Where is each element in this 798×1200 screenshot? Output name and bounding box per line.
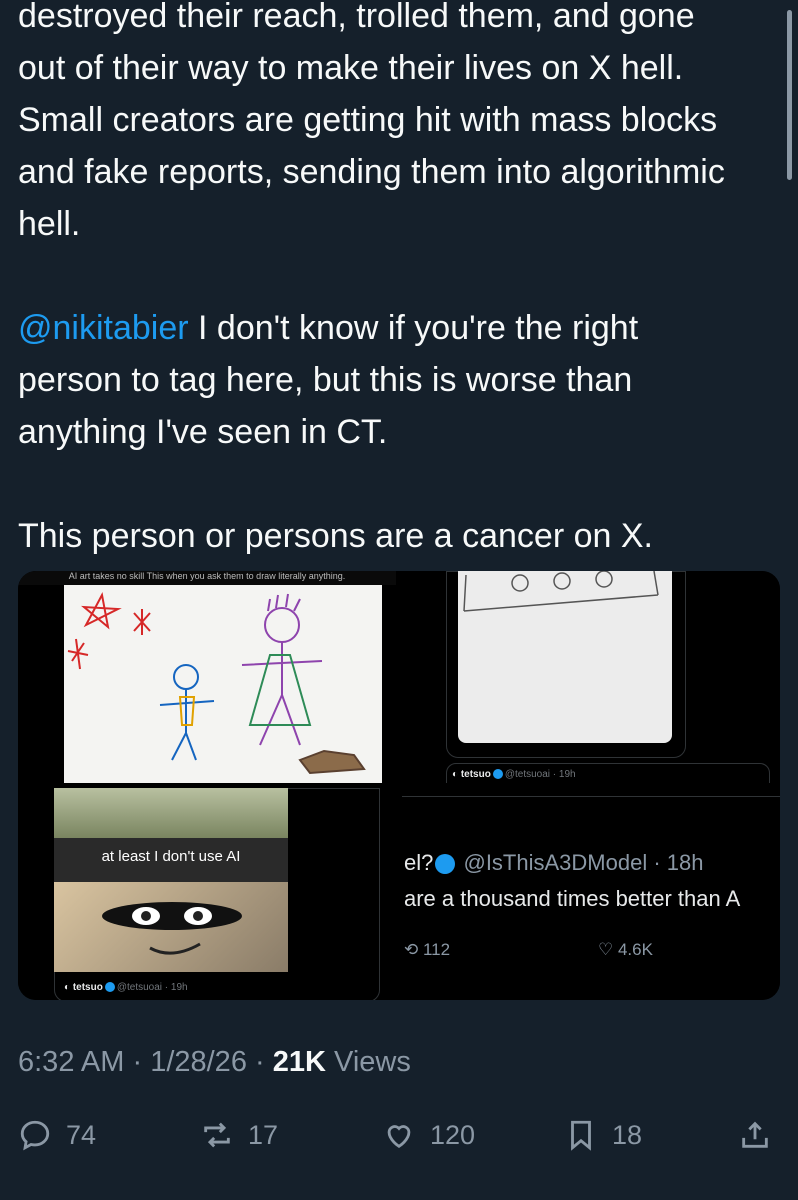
text-line: hell. — [18, 205, 81, 243]
text-line: person to tag here, but this is worse th… — [18, 361, 633, 399]
share-button[interactable] — [738, 1112, 786, 1158]
embedded-tweet-author: ◐ tetsuo @tetsuoai · 19h — [64, 982, 188, 993]
views-label: Views — [334, 1046, 411, 1078]
media-image-2[interactable]: ◐ tetsuo @tetsuoai · 19h — [402, 571, 780, 783]
tweet-date: 1/28/26 — [150, 1046, 247, 1078]
meme-caption: at least I don't use AI — [101, 848, 241, 865]
verified-badge-icon — [435, 854, 456, 875]
scrollbar[interactable] — [787, 10, 792, 180]
reply-icon — [20, 1120, 50, 1151]
text-line: Small creators are getting hit with mass… — [18, 101, 718, 139]
verified-badge-icon — [492, 769, 503, 780]
reply-button[interactable]: 74 — [18, 1112, 96, 1158]
text-line: anything I've seen in CT. — [18, 413, 388, 451]
author-avatar: ◐ — [64, 982, 73, 993]
media-image-1[interactable]: AI art takes no skill This when you ask … — [18, 571, 396, 783]
child-drawing-illustration — [67, 592, 366, 775]
embedded-repost-count: ⟲ 112 — [404, 940, 451, 959]
like-count: 120 — [430, 1119, 476, 1150]
action-bar: 74 17 120 18 — [18, 1112, 780, 1158]
mention-link[interactable]: @nikitabier — [18, 309, 189, 347]
like-icon — [387, 1125, 411, 1149]
text-line: This person or persons are a cancer on X… — [18, 517, 653, 555]
tweet-meta: 6:32 AM · 1/28/26 · 21K Views — [18, 1046, 411, 1078]
repost-count: 17 — [248, 1119, 279, 1150]
sketch-illustration — [463, 571, 659, 612]
text-span: I don't know if you're the right — [188, 309, 639, 347]
text-line: @nikitabier I don't know if you're the r… — [18, 302, 778, 354]
tweet-text: destroyed their reach, trolled them, and… — [18, 0, 778, 562]
media-grid: AI art takes no skill This when you ask … — [18, 571, 780, 1000]
bookmark-button[interactable]: 18 — [564, 1112, 642, 1158]
embedded-tweet-header: el? @IsThisA3DModel · 18h — [404, 850, 704, 875]
meme-image-face — [54, 882, 288, 972]
image-caption: AI art takes no skill This when you ask … — [18, 571, 396, 585]
reply-count: 74 — [66, 1119, 97, 1150]
drawing-paper — [64, 585, 382, 783]
embedded-tweet-author: ◐ tetsuo @tetsuoai · 19h — [452, 769, 576, 780]
tweet-time: 6:32 AM — [18, 1046, 125, 1078]
like-button[interactable]: 120 — [382, 1112, 475, 1158]
text-line: destroyed their reach, trolled them, and… — [18, 0, 695, 35]
text-line: and fake reports, sending them into algo… — [18, 153, 725, 191]
meme-image-top — [54, 788, 288, 838]
sketch-paper — [458, 571, 672, 743]
author-avatar: ◐ — [452, 769, 461, 780]
media-image-4[interactable]: el? @IsThisA3DModel · 18h are a thousand… — [402, 788, 780, 1000]
embedded-tweet-text: are a thousand times better than A — [404, 886, 741, 911]
share-icon — [742, 1121, 768, 1148]
bookmark-count: 18 — [612, 1119, 643, 1150]
repost-icon — [204, 1122, 230, 1148]
verified-badge-icon — [104, 982, 115, 993]
bookmark-icon — [571, 1120, 591, 1151]
text-line: out of their way to make their lives on … — [18, 49, 684, 87]
media-image-3[interactable]: at least I don't use AI ◐ tetsuo @tetsuoa… — [18, 788, 396, 1000]
embedded-like-count: ♡ 4.6K — [598, 940, 653, 959]
views-count: 21K — [272, 1046, 326, 1078]
repost-button[interactable]: 17 — [200, 1112, 278, 1158]
